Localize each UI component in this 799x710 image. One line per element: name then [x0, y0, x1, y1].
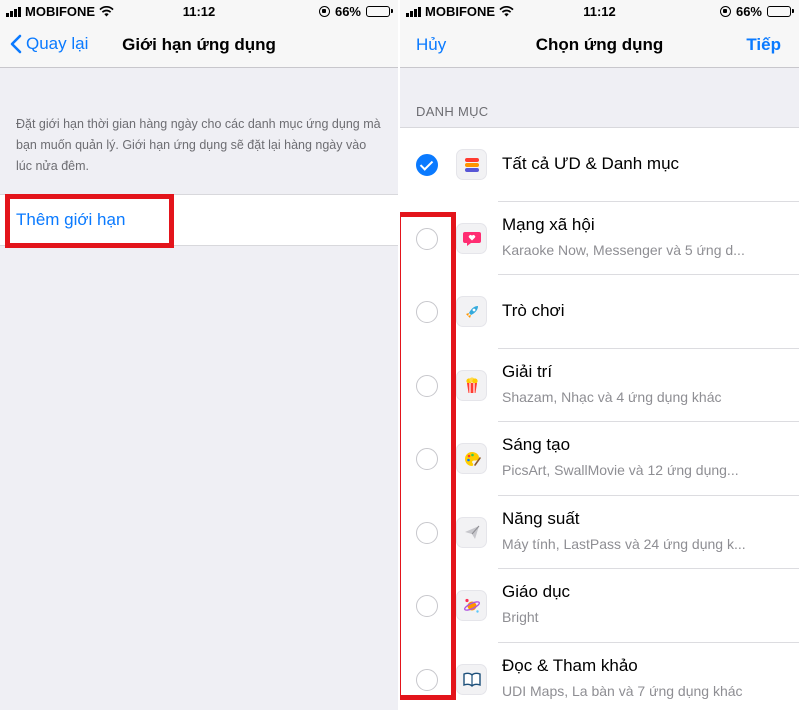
- category-name: Năng suất: [502, 508, 580, 528]
- highlight-box-add-limit: [5, 194, 174, 248]
- category-row[interactable]: Năng suất Máy tính, LastPass và 24 ứng dụ…: [400, 496, 799, 569]
- section-header: DANH MỤC: [416, 104, 489, 119]
- category-name: Giải trí: [502, 361, 553, 381]
- category-name: Sáng tạo: [502, 435, 571, 454]
- page-title: Chọn ứng dụng: [535, 35, 664, 54]
- left-top-bar: MOBIFONE 11:12 66% Quay lại Giới hạn ứng…: [0, 0, 398, 68]
- category-subtitle: Shazam, Nhạc và 4 ứng dụng khác: [502, 388, 722, 405]
- category-list: Tất cả ƯD & Danh mục Mạng xã hội Karaoke N…: [400, 127, 799, 710]
- highlight-box-checkboxes: [400, 212, 456, 700]
- category-name: Trò chơi: [502, 301, 565, 320]
- category-name: Giáo dục: [502, 582, 571, 601]
- category-subtitle: Karaoke Now, Messenger và 5 ứng d...: [502, 241, 745, 258]
- book-icon: [456, 663, 487, 695]
- category-name: Mạng xã hội: [502, 214, 595, 234]
- battery-percent: 66%: [334, 4, 361, 19]
- category-subtitle: UDI Maps, La bàn và 7 ứng dụng khác: [502, 682, 743, 699]
- category-name: Tất cả ƯD & Danh mục: [502, 154, 680, 173]
- stack-icon: [456, 149, 487, 180]
- checkmark-icon[interactable]: [416, 154, 438, 176]
- right-top-bar: MOBIFONE 11:12 66% Hủy Chọn ứng dụng Tiế…: [400, 0, 799, 68]
- right-nav-bar: Hủy Chọn ứng dụng Tiếp: [400, 22, 799, 68]
- paper-plane-icon: [456, 516, 487, 548]
- status-bar: MOBIFONE 11:12 66%: [0, 0, 398, 22]
- category-subtitle: Bright: [502, 609, 539, 625]
- right-screen: MOBIFONE 11:12 66% Hủy Chọn ứng dụng Tiế…: [400, 0, 799, 710]
- category-subtitle: PicsArt, SwallMovie và 12 ứng dụng...: [502, 462, 739, 478]
- rocket-icon: [456, 296, 487, 327]
- rotation-lock-icon: [318, 6, 330, 17]
- left-screen: MOBIFONE 11:12 66% Quay lại Giới hạn ứng…: [0, 0, 398, 710]
- category-row[interactable]: Đọc & Tham khảo UDI Maps, La bàn và 7 ứng…: [400, 643, 799, 710]
- battery-percent: 66%: [735, 4, 762, 19]
- left-nav-bar: Quay lại Giới hạn ứng dụng: [0, 22, 398, 68]
- category-row[interactable]: Tất cả ƯD & Danh mục: [400, 128, 799, 202]
- battery-icon: [366, 6, 393, 17]
- category-name: Đọc & Tham khảo: [502, 655, 638, 675]
- palette-icon: [456, 443, 487, 474]
- category-row[interactable]: Mạng xã hội Karaoke Now, Messenger và 5 ứ…: [400, 202, 799, 275]
- category-row[interactable]: Sáng tạo PicsArt, SwallMovie và 12 ứng dụ…: [400, 422, 799, 496]
- chat-heart-icon: [456, 222, 487, 254]
- battery-icon: [767, 6, 794, 17]
- rotation-lock-icon: [719, 6, 731, 17]
- next-button[interactable]: Tiếp: [746, 35, 781, 55]
- category-row[interactable]: Giải trí Shazam, Nhạc và 4 ứng dụng khác: [400, 349, 799, 422]
- page-title: Giới hạn ứng dụng: [122, 35, 276, 54]
- status-bar: MOBIFONE 11:12 66%: [400, 0, 799, 22]
- category-row[interactable]: Giáo dục Bright: [400, 569, 799, 643]
- category-row[interactable]: Trò chơi: [400, 275, 799, 349]
- planet-icon: [456, 590, 487, 621]
- description-text: Đặt giới hạn thời gian hàng ngày cho các…: [16, 117, 381, 173]
- popcorn-icon: [456, 369, 487, 401]
- category-subtitle: Máy tính, LastPass và 24 ứng dụng k...: [502, 535, 746, 552]
